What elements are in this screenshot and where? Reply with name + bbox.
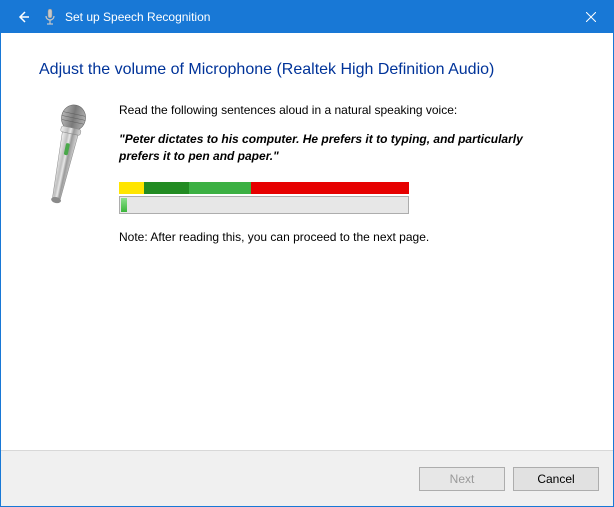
content-area: Adjust the volume of Microphone (Realtek… xyxy=(1,33,613,450)
window-title: Set up Speech Recognition xyxy=(65,10,210,24)
cancel-button[interactable]: Cancel xyxy=(513,467,599,491)
volume-level-meter xyxy=(119,196,409,214)
note-text: Note: After reading this, you can procee… xyxy=(119,230,565,244)
volume-range-indicator xyxy=(119,182,409,194)
close-icon xyxy=(586,12,596,22)
next-button[interactable]: Next xyxy=(419,467,505,491)
sample-sentence: "Peter dictates to his computer. He pref… xyxy=(119,131,565,166)
volume-level-fill xyxy=(121,198,127,212)
footer: Next Cancel xyxy=(1,450,613,506)
close-button[interactable] xyxy=(568,1,613,33)
microphone-illustration xyxy=(39,103,95,244)
back-button[interactable] xyxy=(11,5,35,29)
microphone-icon xyxy=(43,8,57,26)
titlebar: Set up Speech Recognition xyxy=(1,1,613,33)
page-heading: Adjust the volume of Microphone (Realtek… xyxy=(39,61,575,79)
instruction-text: Read the following sentences aloud in a … xyxy=(119,103,565,117)
back-arrow-icon xyxy=(15,9,31,25)
